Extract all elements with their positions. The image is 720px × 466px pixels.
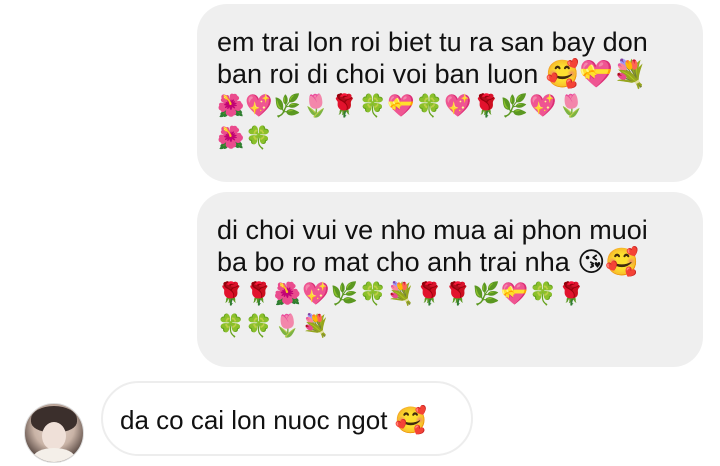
message-emoji-line: 🍀🍀🌷💐 [217, 313, 331, 338]
message-text-line: ban roi di choi voi ban luon 🥰💝💐 [217, 59, 647, 89]
received-message-bubble[interactable]: da co cai lon nuoc ngot 🥰 [101, 381, 473, 456]
avatar-body [33, 448, 75, 462]
message-emoji-line: 🌺💖🌿🌷🌹🍀💝🍀💖🌹🌿💖🌷 [217, 93, 587, 118]
message-text-line: di choi vui ve nho mua ai phon muoi [217, 215, 648, 245]
message-emoji-line: 🌹🌹🌺💖🌿🍀💐🌹🌹🌿💝🍀🌹 [217, 281, 587, 306]
message-emoji-line: 🌺🍀 [217, 125, 274, 150]
sent-message-bubble[interactable]: em trai lon roi biet tu ra san bay don b… [197, 4, 703, 182]
chat-thread: em trai lon roi biet tu ra san bay don b… [0, 0, 720, 466]
sender-avatar[interactable] [24, 403, 84, 463]
message-text-line: em trai lon roi biet tu ra san bay don [217, 27, 648, 57]
message-text: da co cai lon nuoc ngot 🥰 [120, 405, 428, 435]
avatar-face [42, 422, 66, 450]
sent-message-bubble[interactable]: di choi vui ve nho mua ai phon muoi ba b… [197, 192, 703, 367]
message-text-line: ba bo ro mat cho anh trai nha 😘🥰 [217, 247, 639, 277]
